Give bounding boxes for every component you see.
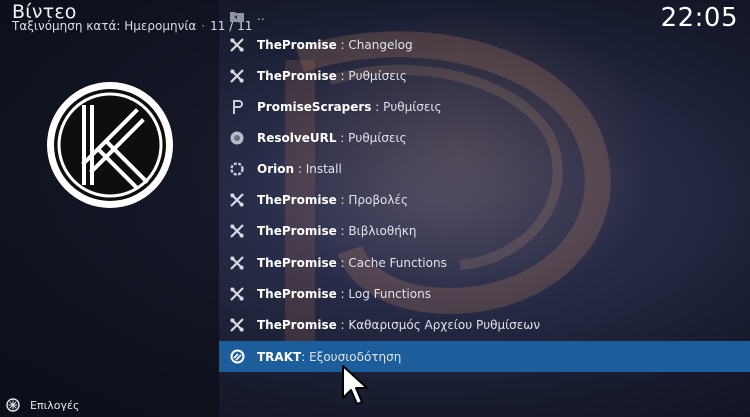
tools-icon (229, 223, 245, 239)
file-list: .. ThePromise : Changelog ThePromise : Ρ… (219, 0, 750, 375)
list-item[interactable]: ThePromise : Log Functions (219, 278, 750, 309)
list-item[interactable]: ThePromise : Changelog (219, 29, 750, 60)
folder-back-icon (229, 8, 245, 24)
list-item[interactable]: Orion : Install (219, 153, 750, 184)
tools-icon (229, 68, 245, 84)
list-item[interactable]: ResolveURL : Ρυθμίσεις (219, 122, 750, 153)
scrapers-icon (229, 99, 245, 115)
list-item[interactable]: ThePromise : Ρυθμίσεις (219, 60, 750, 91)
sort-info: Ταξινόμηση κατά: Ημερομηνία · 11 / 11 (12, 19, 252, 33)
addon-logo (47, 82, 173, 208)
separator: · (201, 19, 206, 33)
tools-icon (229, 192, 245, 208)
resolveurl-icon (229, 130, 245, 146)
list-item[interactable]: ThePromise : Cache Functions (219, 247, 750, 278)
options-icon (6, 398, 20, 412)
tools-icon (229, 286, 245, 302)
list-item[interactable]: ThePromise : Προβολές (219, 184, 750, 215)
orion-icon (229, 161, 245, 177)
sort-label[interactable]: Ταξινόμηση κατά: Ημερομηνία (12, 19, 196, 33)
list-item-selected[interactable]: TRAKT: Εξουσιοδότηση (219, 341, 750, 372)
list-item[interactable]: ThePromise : Καθαρισμός Αρχείου Ρυθμίσεω… (219, 309, 750, 340)
list-item[interactable]: PromiseScrapers : Ρυθμίσεις (219, 91, 750, 122)
tools-icon (229, 37, 245, 53)
parent-folder-item[interactable]: .. (219, 0, 750, 31)
options-label: Επιλογές (30, 398, 80, 412)
tools-icon (229, 317, 245, 333)
mouse-pointer-icon (342, 365, 368, 405)
options-button[interactable]: Επιλογές (6, 398, 79, 412)
list-item[interactable]: ThePromise : Βιβλιοθήκη (219, 215, 750, 246)
trakt-icon (229, 349, 245, 365)
tools-icon (229, 255, 245, 271)
